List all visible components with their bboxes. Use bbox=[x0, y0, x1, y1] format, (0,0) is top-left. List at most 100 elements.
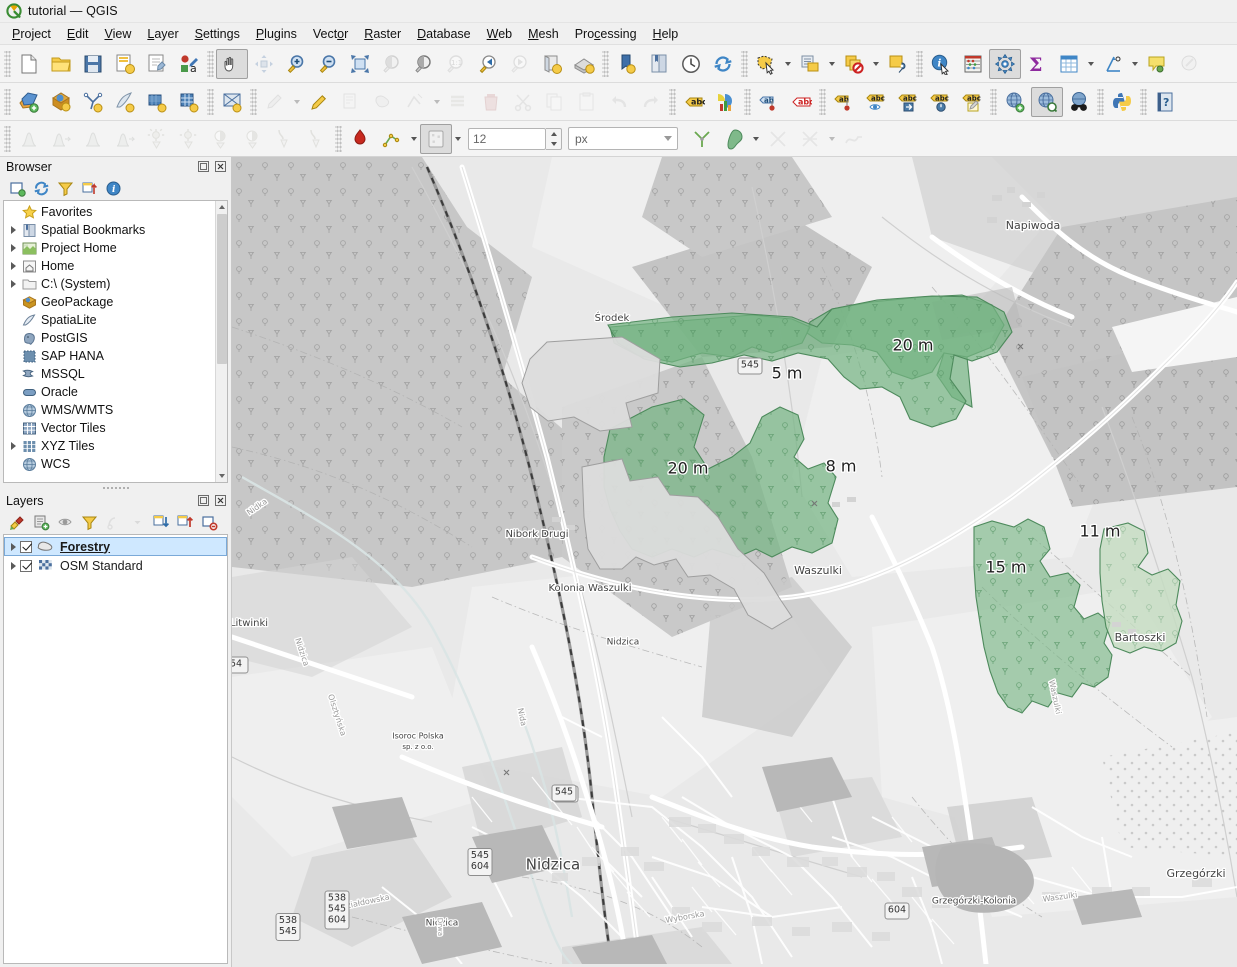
browser-item-vector-tiles[interactable]: Vector Tiles bbox=[4, 419, 215, 437]
menu-edit[interactable]: Edit bbox=[59, 25, 97, 43]
add-raster-layer-icon[interactable] bbox=[45, 87, 77, 117]
manage-visibility-icon[interactable] bbox=[54, 512, 76, 533]
browser-scrollbar[interactable] bbox=[215, 201, 227, 482]
select-features-dropdown[interactable] bbox=[782, 49, 794, 79]
show-bookmarks-icon[interactable] bbox=[643, 49, 675, 79]
browser-item-wcs[interactable]: WCS bbox=[4, 455, 215, 473]
metasearch-icon[interactable] bbox=[1031, 86, 1063, 117]
browser-tree[interactable]: Favorites Spatial Bookmarks Project Home Ho… bbox=[3, 200, 228, 483]
digitize-with-shape-icon[interactable] bbox=[344, 124, 376, 154]
new-map-view-icon[interactable] bbox=[536, 49, 568, 79]
pin-labels-icon[interactable]: ab bbox=[753, 87, 785, 117]
filter-browser-icon[interactable] bbox=[54, 178, 76, 199]
pan-map-icon[interactable] bbox=[216, 48, 248, 79]
close-panel-icon[interactable] bbox=[213, 494, 227, 508]
expand-arrow-icon[interactable] bbox=[6, 280, 20, 288]
collapse-all-icon[interactable] bbox=[78, 178, 100, 199]
layer-item-osm-standard[interactable]: OSM Standard bbox=[4, 556, 227, 575]
cut-features-icon[interactable] bbox=[507, 87, 539, 117]
browser-item-oracle[interactable]: Oracle bbox=[4, 383, 215, 401]
pan-to-selection-icon[interactable] bbox=[248, 49, 280, 79]
style-manager-icon[interactable]: a bbox=[173, 49, 205, 79]
browser-item-home[interactable]: Home bbox=[4, 257, 215, 275]
layers-tree[interactable]: Forestry OSM Standard bbox=[3, 534, 228, 964]
new-3d-map-view-icon[interactable] bbox=[568, 49, 600, 79]
zoom-out-icon[interactable] bbox=[312, 49, 344, 79]
add-vector-layer-icon[interactable] bbox=[13, 87, 45, 117]
toolbar-handle[interactable] bbox=[1097, 88, 1104, 115]
help-icon[interactable]: ? bbox=[1149, 87, 1181, 117]
zoom-to-layer-icon[interactable] bbox=[408, 49, 440, 79]
highlight-labels-icon[interactable]: abc bbox=[785, 87, 817, 117]
expand-arrow-icon[interactable] bbox=[6, 543, 20, 551]
move-label-and-diagram-icon[interactable]: abc bbox=[892, 87, 924, 117]
menu-project[interactable]: Project bbox=[4, 25, 59, 43]
map-canvas[interactable]: 20 m 20 m5 m5 m 20 m 20 m8 m8 m 11 m 11 m 15 m… bbox=[232, 157, 1237, 967]
zoom-next-icon[interactable] bbox=[504, 49, 536, 79]
select-by-value-dropdown[interactable] bbox=[826, 49, 838, 79]
add-polygon-feature-icon[interactable] bbox=[367, 87, 399, 117]
current-edits-dropdown[interactable] bbox=[291, 87, 303, 117]
browser-item-spatialite[interactable]: SpatiaLite bbox=[4, 311, 215, 329]
browser-item-postgis[interactable]: PostGIS bbox=[4, 329, 215, 347]
float-panel-icon[interactable] bbox=[196, 160, 210, 174]
remove-layer-icon[interactable] bbox=[198, 512, 220, 533]
layer-visibility-checkbox[interactable] bbox=[20, 559, 32, 572]
shape-tools-dropdown[interactable] bbox=[408, 124, 420, 154]
size-stepper[interactable] bbox=[546, 127, 562, 150]
filter-legend-expression-icon[interactable] bbox=[102, 512, 124, 533]
size-input[interactable]: 12 bbox=[468, 127, 546, 150]
save-project-icon[interactable] bbox=[77, 49, 109, 79]
python-console-icon[interactable] bbox=[1106, 87, 1138, 117]
new-project-icon[interactable] bbox=[13, 49, 45, 79]
contrast-decrease-icon[interactable] bbox=[237, 124, 269, 154]
open-field-calculator-icon[interactable] bbox=[957, 49, 989, 79]
add-mesh-layer-icon[interactable] bbox=[77, 87, 109, 117]
add-delimited-text-icon[interactable] bbox=[109, 87, 141, 117]
refresh-icon[interactable] bbox=[30, 178, 52, 199]
menu-web[interactable]: Web bbox=[479, 25, 520, 43]
menu-processing[interactable]: Processing bbox=[567, 25, 645, 43]
reshape-dropdown[interactable] bbox=[750, 124, 762, 154]
menu-database[interactable]: Database bbox=[409, 25, 479, 43]
diagram-icon[interactable] bbox=[710, 87, 742, 117]
measure-dropdown[interactable] bbox=[1129, 49, 1141, 79]
shape-tools-icon[interactable] bbox=[376, 124, 408, 154]
toolbar-handle[interactable] bbox=[207, 88, 214, 115]
toolbar-handle[interactable] bbox=[669, 88, 676, 115]
menu-view[interactable]: View bbox=[96, 25, 139, 43]
offset-point-icon[interactable] bbox=[420, 123, 452, 154]
map-tips-icon[interactable] bbox=[1141, 49, 1173, 79]
vertex-tool-icon[interactable] bbox=[399, 87, 431, 117]
browser-item-project-home[interactable]: Project Home bbox=[4, 239, 215, 257]
close-panel-icon[interactable] bbox=[213, 160, 227, 174]
vertex-tool-dropdown[interactable] bbox=[431, 87, 443, 117]
float-panel-icon[interactable] bbox=[196, 494, 210, 508]
undo-icon[interactable] bbox=[603, 87, 635, 117]
histogram-shift-2-icon[interactable] bbox=[109, 124, 141, 154]
zoom-in-icon[interactable] bbox=[280, 49, 312, 79]
brightness-increase-icon[interactable] bbox=[141, 124, 173, 154]
offset-point-dropdown[interactable] bbox=[452, 124, 464, 154]
menu-bar[interactable]: Project Edit View Layer Settings Plugins… bbox=[0, 23, 1237, 45]
toolbar-handle[interactable] bbox=[335, 125, 342, 152]
scroll-up-icon[interactable] bbox=[215, 201, 227, 213]
change-label-icon[interactable]: abc bbox=[956, 87, 988, 117]
browser-item-spatial-bookmarks[interactable]: Spatial Bookmarks bbox=[4, 221, 215, 239]
toolbar-handle[interactable] bbox=[819, 88, 826, 115]
menu-layer[interactable]: Layer bbox=[139, 25, 186, 43]
select-by-value-icon[interactable] bbox=[794, 49, 826, 79]
toolbar-handle[interactable] bbox=[4, 50, 11, 77]
scrollbar-thumb[interactable] bbox=[217, 214, 227, 364]
toolbar-handle[interactable] bbox=[990, 88, 997, 115]
toolbar-handle[interactable] bbox=[207, 50, 214, 77]
deselect-features-icon[interactable] bbox=[838, 49, 870, 79]
toolbar-handle[interactable] bbox=[744, 88, 751, 115]
statistical-summary-icon[interactable]: Σ bbox=[1021, 49, 1053, 79]
open-layer-styling-icon[interactable] bbox=[6, 512, 28, 533]
merge-dropdown[interactable] bbox=[826, 124, 838, 154]
add-wms-layer-icon[interactable] bbox=[216, 87, 248, 117]
expand-arrow-icon[interactable] bbox=[6, 442, 20, 450]
select-features-icon[interactable] bbox=[750, 49, 782, 79]
menu-plugins[interactable]: Plugins bbox=[248, 25, 305, 43]
